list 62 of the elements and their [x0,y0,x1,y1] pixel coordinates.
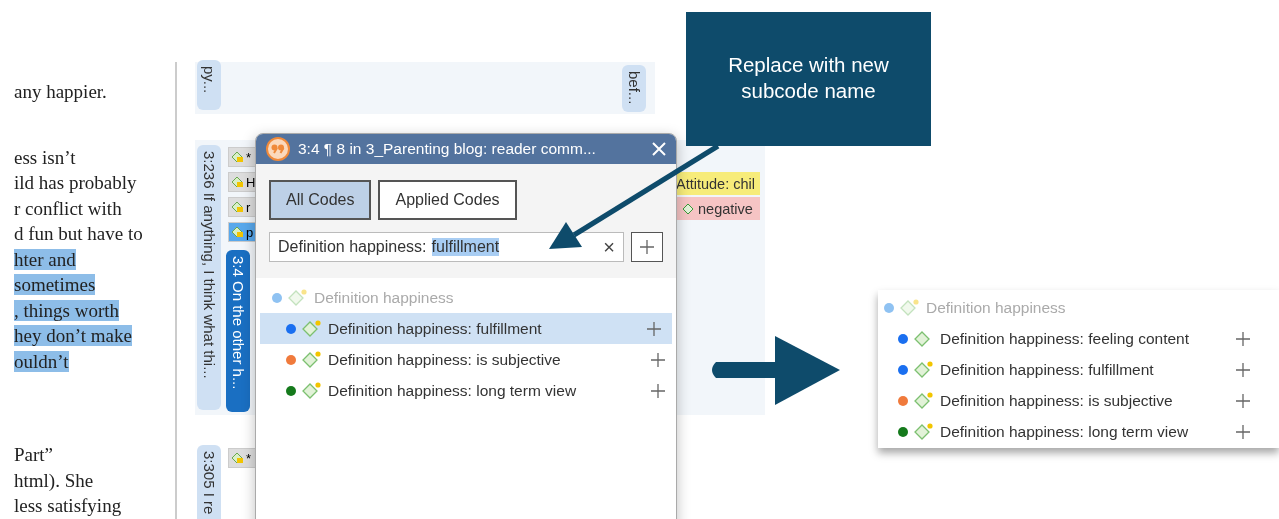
quotation-tab[interactable]: 3:4 On the other h... [226,250,250,412]
code-icon [682,202,694,215]
tab[interactable]: All Codes [269,180,372,220]
quotation-tab[interactable]: 3:236 If anything, I think what thi... [197,145,221,410]
code-label: Definition happiness: fulfillment [328,319,543,338]
code-label: Definition happiness: feeling content [940,329,1191,348]
document-text: , things worth [14,299,120,321]
code-label: Definition happiness: is subjective [328,350,562,369]
clear-icon[interactable]: × [603,235,615,259]
code-row[interactable]: Definition happiness: long term view [256,375,676,406]
quotation-tab[interactable]: py... [197,60,221,110]
plus-icon[interactable] [1235,423,1251,440]
callout-box: Replace with new subcode name [686,12,931,146]
document-text: any happier. [14,81,107,102]
code-row[interactable]: Definition happiness: long term view [878,416,1279,447]
code-chip[interactable]: H [228,172,258,192]
code-chip[interactable]: * [228,147,258,167]
quote-icon [266,137,290,161]
code-chip[interactable]: r [228,197,258,217]
popup-title: 3:4 ¶ 8 in 3_Parenting blog: reader comm... [298,140,597,158]
document-text: html). She [14,469,94,491]
document-text: less satisfying [14,495,122,516]
code-icon [231,151,245,163]
plus-icon[interactable] [1235,392,1251,409]
tab[interactable]: Applied Codes [378,180,517,220]
code-icon [231,226,245,238]
add-code-button[interactable] [631,232,663,262]
code-icon [231,176,245,188]
plus-icon[interactable] [1235,330,1251,347]
plus-icon[interactable] [639,239,655,255]
code-row[interactable]: Definition happiness: fulfillment [878,354,1279,385]
code-label: Definition happiness [926,298,1067,317]
close-icon[interactable] [652,142,666,156]
document-text: ild has probably [14,172,137,193]
code-chip[interactable]: * [228,448,258,468]
code-label: Definition happiness: long term view [940,422,1190,441]
code-icon [231,201,245,213]
plus-icon[interactable] [1235,361,1251,378]
code-label: Definition happiness [314,288,455,307]
code-row[interactable]: Definition happiness: fulfillment [260,313,672,344]
document-text: Part” [14,444,54,465]
document-text: ouldn’t [14,350,69,372]
document-text: r conflict with [14,197,122,219]
plus-icon[interactable] [646,320,662,337]
code-row[interactable]: Definition happiness: feeling content [878,323,1279,354]
plus-icon[interactable] [650,351,666,368]
code-chip[interactable]: p [228,222,258,242]
code-label: Definition happiness: is subjective [940,391,1174,410]
code-label: Definition happiness: fulfillment [940,360,1155,379]
document-text: hey don’t make [14,325,132,346]
code-row[interactable]: Definition happiness: is subjective [878,385,1279,416]
code-row[interactable]: Definition happiness: is subjective [256,344,676,375]
quotation-tab[interactable]: 3:305 I re [197,445,221,519]
code-icon [231,452,245,464]
document-text: d fun but have to [14,223,143,244]
search-field[interactable]: Definition happiness: fulfillment × [269,232,624,262]
document-text: hter and [14,248,76,270]
document-text: ess isn’t [14,146,76,168]
code-label: Definition happiness: long term view [328,381,578,400]
document-text: sometimes [14,274,96,295]
quotation-tab[interactable]: bef... [622,65,646,112]
plus-icon[interactable] [650,382,666,399]
